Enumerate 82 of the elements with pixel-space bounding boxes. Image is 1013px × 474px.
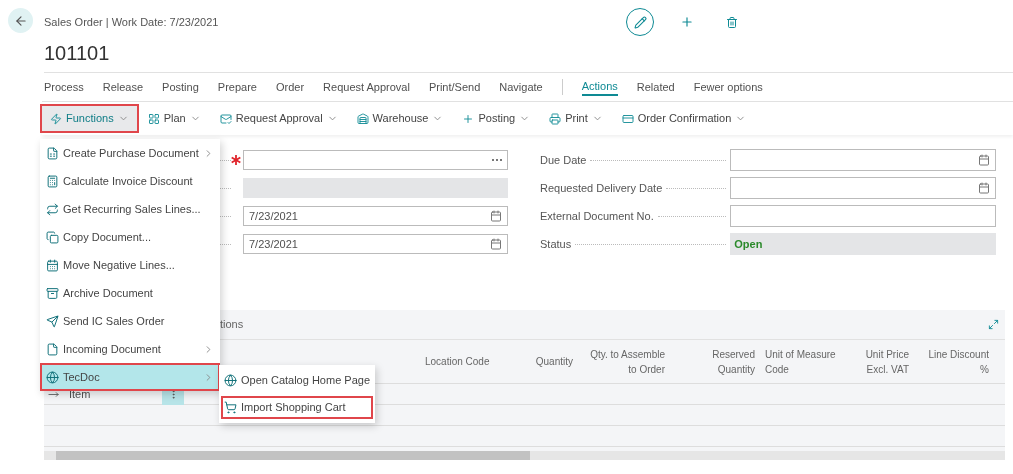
action-group-tab[interactable]: Order xyxy=(275,77,305,97)
menu-item[interactable]: Create Purchase Document xyxy=(40,139,220,167)
menu-item[interactable]: TecDoc xyxy=(40,363,220,391)
spreadsheet-icon xyxy=(46,146,59,160)
toolbar-menu-button[interactable]: Warehouse xyxy=(348,106,452,131)
field-label: Requested Delivery Date xyxy=(540,180,663,196)
menu-item[interactable]: Copy Document... xyxy=(40,223,220,251)
column-header: Quantity xyxy=(535,356,573,367)
text-field[interactable] xyxy=(730,205,997,227)
archive-icon xyxy=(46,286,59,300)
menu-item[interactable]: Import Shopping Cart xyxy=(219,394,375,421)
action-group-tab[interactable]: Process xyxy=(44,77,84,97)
menu-item[interactable]: Open Catalog Home Page xyxy=(219,367,375,394)
pencil-icon xyxy=(633,15,647,29)
page-breadcrumb: Sales Order | Work Date: 7/23/2021 xyxy=(44,14,220,30)
view-tab[interactable]: Actions xyxy=(581,78,618,96)
plus-icon xyxy=(680,15,694,29)
required-asterisk-icon xyxy=(231,155,241,165)
calendar-icon xyxy=(490,210,502,222)
calendar-icon xyxy=(46,258,59,272)
menu-item[interactable]: Archive Document xyxy=(40,279,220,307)
toolbar-menu-button[interactable]: Request Approval xyxy=(211,106,346,131)
action-group-tab[interactable]: Prepare xyxy=(217,77,257,97)
toolbar-menu-button[interactable]: Order Confirmation xyxy=(613,106,755,131)
section-title: tions xyxy=(220,317,244,333)
calculator-icon xyxy=(46,174,59,188)
mail-check-icon xyxy=(219,112,232,125)
menu-item[interactable]: Incoming Document xyxy=(40,335,220,363)
calendar-icon xyxy=(978,182,991,194)
bolt-icon xyxy=(50,112,62,125)
cart-icon xyxy=(224,401,237,414)
column-header: Line Discount % xyxy=(928,348,989,375)
action-group-tab[interactable]: Posting xyxy=(162,77,199,97)
copy-icon xyxy=(46,230,59,244)
field-label: External Document No. xyxy=(540,208,654,224)
card-icon xyxy=(621,112,634,125)
warehouse-icon xyxy=(356,112,369,125)
lookup-field[interactable] xyxy=(243,150,508,170)
menu-item[interactable]: Get Recurring Sales Lines... xyxy=(40,195,220,223)
calendar-icon xyxy=(978,154,991,166)
document-icon xyxy=(46,342,59,356)
status-field: Open xyxy=(730,233,997,255)
menu-item[interactable]: Calculate Invoice Discount xyxy=(40,167,220,195)
globe-icon xyxy=(46,370,59,384)
globe-icon xyxy=(224,374,237,387)
column-header: Reserved Quantity xyxy=(712,348,755,375)
plus-icon xyxy=(462,112,475,125)
field-label: Status xyxy=(540,236,572,252)
column-header: Unit Price Excl. VAT xyxy=(865,348,909,375)
column-header: Location Code xyxy=(425,356,490,367)
horizontal-scrollbar[interactable] xyxy=(44,451,1005,460)
date-field[interactable]: 7/23/2021 xyxy=(243,206,508,226)
action-group-tab[interactable]: Release xyxy=(102,77,144,97)
lookup-ellipsis-icon xyxy=(492,158,502,162)
action-group-tab[interactable]: Request Approval xyxy=(323,77,410,97)
toolbar-menu-button[interactable]: Posting xyxy=(454,106,539,131)
back-button[interactable] xyxy=(8,8,33,33)
date-field[interactable] xyxy=(730,177,997,199)
date-field[interactable] xyxy=(730,149,997,171)
delete-button[interactable] xyxy=(726,15,738,29)
menu-item[interactable]: Send IC Sales Order xyxy=(40,307,220,335)
printer-icon xyxy=(549,112,562,125)
repeat-icon xyxy=(46,202,59,216)
action-group-tab[interactable]: Navigate xyxy=(499,77,543,97)
date-field[interactable]: 7/23/2021 xyxy=(243,234,508,254)
view-tab[interactable]: Fewer options xyxy=(693,78,763,96)
action-group-tab[interactable]: Print/Send xyxy=(428,77,481,97)
toolbar-menu-button[interactable]: Plan xyxy=(139,106,209,131)
send-icon xyxy=(46,314,59,328)
field-label: Due Date xyxy=(540,152,587,168)
column-header: Qty. to Assemble to Order xyxy=(590,348,665,375)
toolbar-menu-button[interactable]: Print xyxy=(541,106,611,131)
toolbar-menu-button[interactable]: Functions xyxy=(42,106,137,131)
new-button[interactable] xyxy=(680,15,694,29)
view-tab[interactable]: Related xyxy=(636,78,675,96)
record-title: 101101 xyxy=(44,41,111,65)
calendar-icon xyxy=(490,238,502,250)
menu-item[interactable]: Move Negative Lines... xyxy=(40,251,220,279)
grid-icon xyxy=(147,112,160,125)
expand-icon xyxy=(988,319,999,330)
trash-icon xyxy=(726,15,738,29)
column-header: Unit of Measure Code xyxy=(765,348,836,375)
